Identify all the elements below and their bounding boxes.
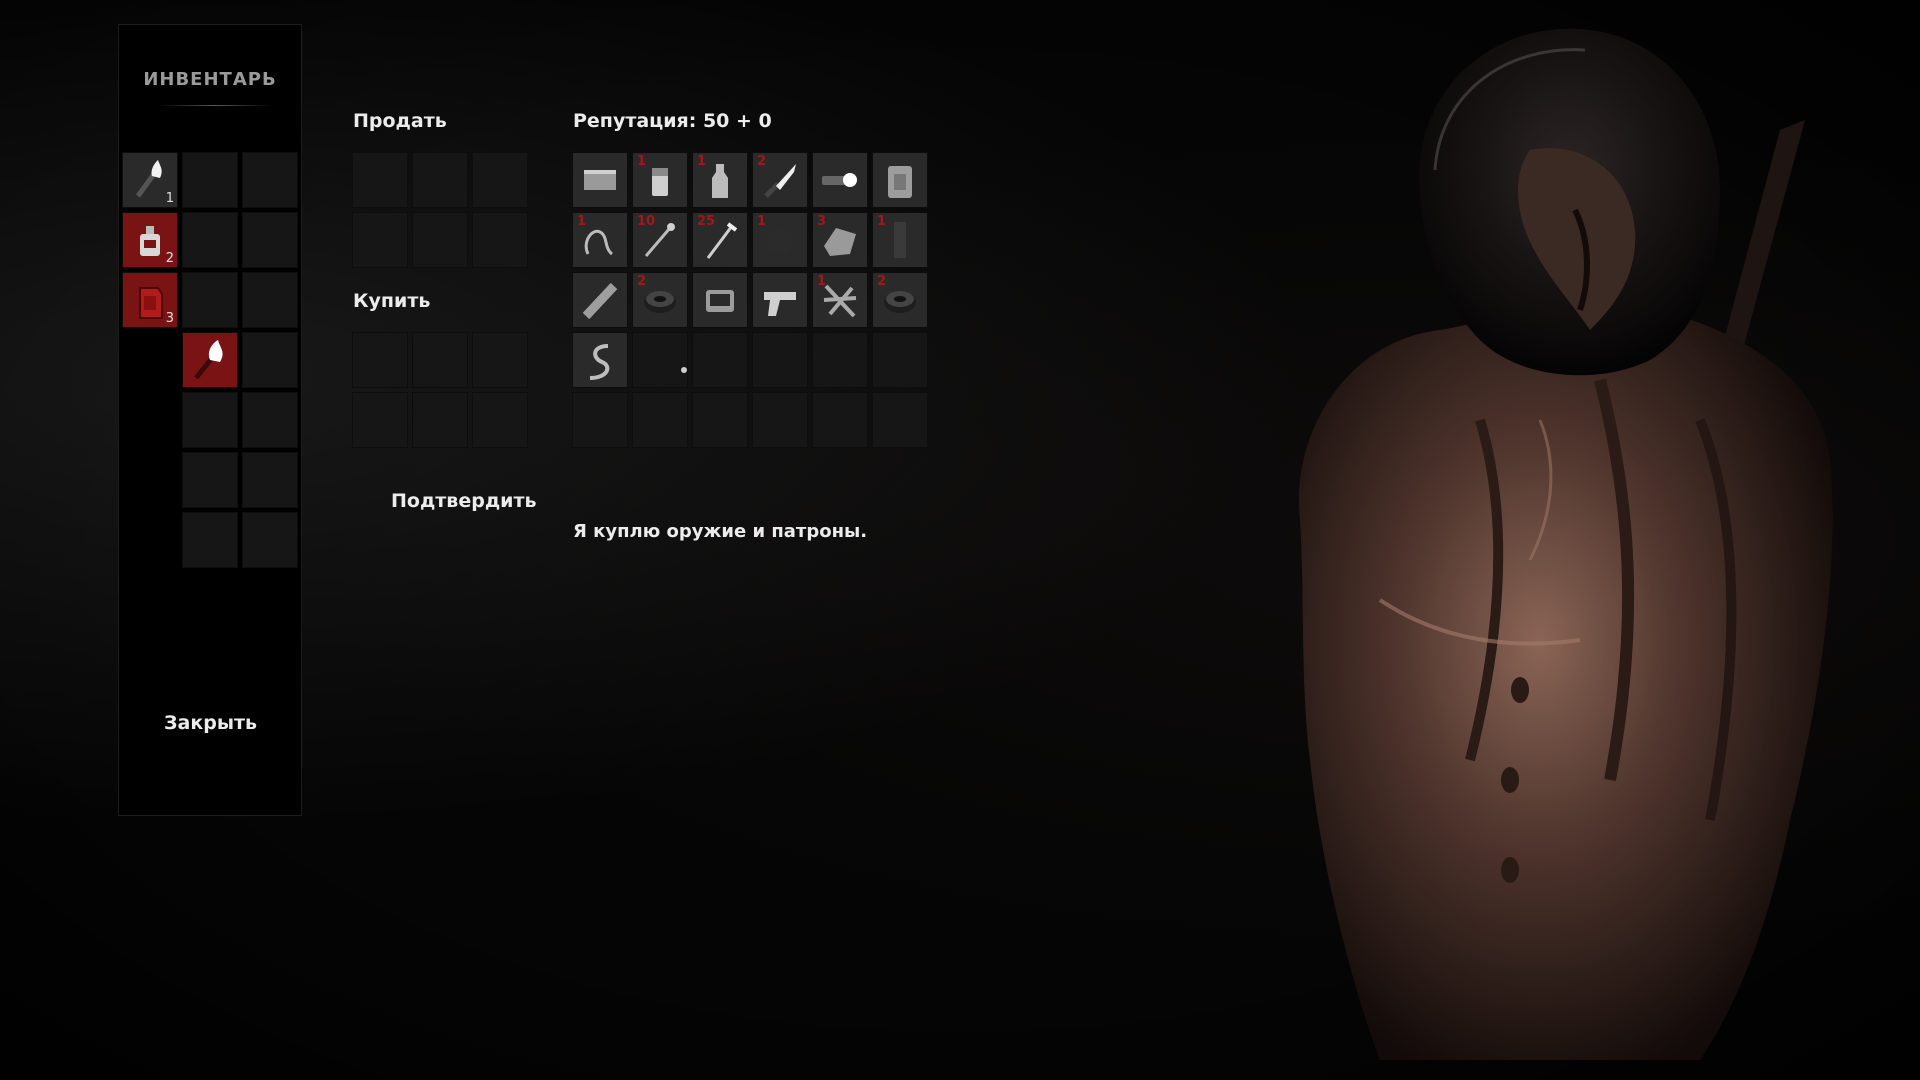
trader-slot[interactable]: 1 (692, 152, 748, 208)
trader-slot[interactable] (572, 332, 628, 388)
trader-slot[interactable] (752, 392, 808, 448)
trader-slot[interactable] (752, 272, 808, 328)
cursor-dot (681, 367, 687, 373)
close-button[interactable]: Закрыть (164, 712, 257, 734)
trader-slot[interactable] (872, 152, 928, 208)
trader-slot[interactable] (692, 272, 748, 328)
trader-slot[interactable] (872, 392, 928, 448)
inventory-title: ИНВЕНТАРЬ (143, 69, 277, 90)
inventory-slot[interactable] (242, 392, 298, 448)
slot-quantity: 3 (165, 311, 174, 326)
buy-heading: Купить (353, 290, 431, 312)
sell-slot[interactable] (472, 152, 528, 208)
slot-quantity: 1 (577, 214, 587, 229)
trader-slot[interactable]: 2 (752, 152, 808, 208)
slot-quantity: 1 (637, 154, 647, 169)
trader-slot[interactable]: 2 (632, 272, 688, 328)
buy-slot[interactable] (472, 392, 528, 448)
slot-quantity: 1 (817, 274, 827, 289)
slot-quantity: 1 (165, 191, 174, 206)
inventory-slot[interactable] (242, 272, 298, 328)
slot-quantity: 1 (697, 154, 707, 169)
sell-slot[interactable] (352, 152, 408, 208)
inventory-slot[interactable] (182, 272, 238, 328)
inventory-slot[interactable] (182, 152, 238, 208)
slot-quantity: 10 (637, 214, 656, 229)
trader-message: Я куплю оружие и патроны. (573, 521, 868, 542)
inventory-slot[interactable] (182, 332, 238, 388)
inventory-slot[interactable] (182, 392, 238, 448)
inventory-slot[interactable] (182, 512, 238, 568)
trader-slot[interactable] (632, 332, 688, 388)
trader-slot[interactable] (812, 332, 868, 388)
trader-slot[interactable]: 1 (632, 152, 688, 208)
buy-slot[interactable] (472, 332, 528, 388)
torch-icon (183, 333, 237, 387)
trader-portrait (1298, 28, 1833, 1060)
trader-slot[interactable] (632, 392, 688, 448)
sell-slot[interactable] (472, 212, 528, 268)
trader-slot[interactable] (572, 392, 628, 448)
inventory-slot[interactable]: 3 (122, 272, 178, 328)
watch-icon (693, 273, 747, 327)
slot-quantity: 2 (877, 274, 887, 289)
buy-slot[interactable] (352, 332, 408, 388)
slot-quantity: 25 (697, 214, 716, 229)
inventory-slot[interactable] (242, 152, 298, 208)
rope-icon (573, 333, 627, 387)
buy-slot[interactable] (412, 392, 468, 448)
trader-slot[interactable] (692, 392, 748, 448)
ammo-box-icon (573, 153, 627, 207)
inventory-slot[interactable] (182, 452, 238, 508)
slot-quantity: 2 (637, 274, 647, 289)
trader-slot[interactable] (812, 152, 868, 208)
slot-quantity: 3 (817, 214, 827, 229)
buy-slot[interactable] (412, 332, 468, 388)
reputation-label: Репутация: 50 + 0 (573, 110, 772, 132)
trader-slot[interactable]: 2 (872, 272, 928, 328)
trader-slot[interactable] (572, 272, 628, 328)
slot-quantity: 2 (165, 251, 174, 266)
trader-slot[interactable] (872, 332, 928, 388)
sell-heading: Продать (353, 110, 447, 132)
inventory-slot[interactable]: 2 (122, 212, 178, 268)
trader-slot[interactable] (752, 332, 808, 388)
trader-slot[interactable]: 1 (752, 212, 808, 268)
inventory-slot[interactable] (242, 332, 298, 388)
sell-slot[interactable] (352, 212, 408, 268)
flashlight-icon (813, 153, 867, 207)
trader-slot[interactable] (572, 152, 628, 208)
trader-slot[interactable] (692, 332, 748, 388)
pistol-icon (753, 273, 807, 327)
trader-slot[interactable] (812, 392, 868, 448)
inventory-slot[interactable]: 1 (122, 152, 178, 208)
sell-slot[interactable] (412, 212, 468, 268)
trader-slot[interactable]: 3 (812, 212, 868, 268)
trader-slot[interactable]: 1 (812, 272, 868, 328)
inventory-slot[interactable] (242, 512, 298, 568)
inventory-slot[interactable] (242, 212, 298, 268)
buy-slot[interactable] (352, 392, 408, 448)
jerrycan-icon (873, 153, 927, 207)
pipe-icon (573, 273, 627, 327)
inventory-slot[interactable] (242, 452, 298, 508)
trader-slot[interactable]: 1 (572, 212, 628, 268)
slot-quantity: 1 (757, 214, 767, 229)
sell-slot[interactable] (412, 152, 468, 208)
title-divider (159, 105, 271, 106)
trader-slot[interactable]: 25 (692, 212, 748, 268)
slot-quantity: 1 (877, 214, 887, 229)
confirm-button[interactable]: Подтвердить (391, 490, 537, 512)
trader-slot[interactable]: 1 (872, 212, 928, 268)
slot-quantity: 2 (757, 154, 767, 169)
trader-slot[interactable]: 10 (632, 212, 688, 268)
inventory-slot[interactable] (182, 212, 238, 268)
